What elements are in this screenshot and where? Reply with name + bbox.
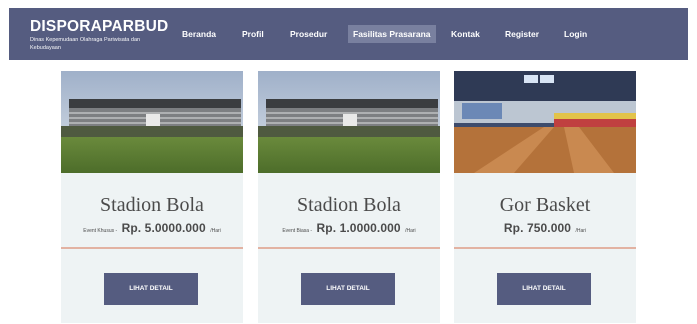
card-title: Gor Basket — [499, 194, 591, 216]
card-price: Event Biasa - Rp. 1.0000.000 /Hari — [258, 219, 440, 237]
price-suffix: /Hari — [575, 228, 587, 234]
facility-card: Gor Basket Rp. 750.000 /Hari LIHAT DETAI… — [454, 71, 636, 323]
lihat-detail-button[interactable]: LIHAT DETAIL — [301, 273, 395, 305]
card-price: Event Khusus - Rp. 5.0000.000 /Hari — [61, 219, 243, 237]
brand[interactable]: DISPORAPARBUD Dinas Kepemudaan Olahraga … — [30, 18, 168, 52]
divider — [61, 247, 243, 249]
card-price: Rp. 750.000 /Hari — [454, 219, 636, 237]
price-prefix: Event Biasa - — [282, 228, 313, 234]
nav-item-profil[interactable]: Profil — [237, 25, 269, 43]
navbar: DISPORAPARBUD Dinas Kepemudaan Olahraga … — [9, 8, 688, 60]
price-value: Rp. 5.0000.000 — [121, 221, 206, 235]
price-suffix: /Hari — [210, 228, 221, 234]
brand-subtitle: Dinas Kepemudaan Olahraga Pariwisata dan… — [30, 37, 141, 51]
nav-item-beranda[interactable]: Beranda — [177, 25, 221, 43]
brand-title[interactable]: DISPORAPARBUD — [30, 18, 168, 36]
lihat-detail-button[interactable]: LIHAT DETAIL — [104, 273, 198, 305]
facility-card: Stadion Bola Event Khusus - Rp. 5.0000.0… — [61, 71, 243, 323]
card-title: Stadion Bola — [297, 194, 401, 216]
price-suffix: /Hari — [405, 228, 416, 234]
nav-item-kontak[interactable]: Kontak — [446, 25, 485, 43]
basketball-gym-photo — [454, 71, 636, 173]
price-prefix: Event Khusus - — [83, 228, 118, 234]
nav-item-register[interactable]: Register — [500, 25, 544, 43]
card-title: Stadion Bola — [100, 194, 204, 216]
stadium-photo — [61, 71, 243, 173]
facility-card: Stadion Bola Event Biasa - Rp. 1.0000.00… — [258, 71, 440, 323]
price-value: Rp. 1.0000.000 — [316, 221, 401, 235]
lihat-detail-button[interactable]: LIHAT DETAIL — [497, 273, 591, 305]
nav-item-fasilitas-prasarana[interactable]: Fasilitas Prasarana — [348, 25, 436, 43]
divider — [258, 247, 440, 249]
nav-item-login[interactable]: Login — [559, 25, 592, 43]
divider — [454, 247, 636, 249]
price-value: Rp. 750.000 — [503, 221, 572, 235]
nav-item-prosedur[interactable]: Prosedur — [285, 25, 332, 43]
stadium-photo — [258, 71, 440, 173]
